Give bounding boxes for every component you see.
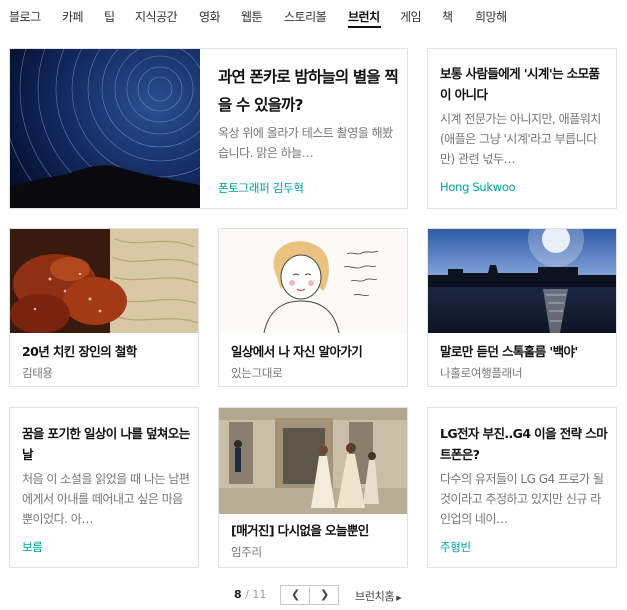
article-card-self[interactable]: 일상에서 나 자신 알아가기 있는그대로 (218, 228, 408, 387)
article-card-magazine[interactable]: [매거진] 다시없을 오늘뿐인 임주리 (218, 407, 408, 568)
page-separator: / (245, 588, 249, 601)
chevron-left-icon: ❮ (291, 588, 301, 601)
nav-item-cafe[interactable]: 카페 (62, 8, 84, 25)
card-author[interactable]: 주형빈 (440, 539, 471, 555)
nav-item-knowledge[interactable]: 지식공간 (135, 8, 178, 25)
brunch-home-link[interactable]: 브런치홈 ▶ (355, 588, 402, 604)
chicken-photo (10, 229, 198, 333)
article-card-lg[interactable]: LG전자 부진..G4 이을 전략 스마트폰은? 다수의 유저들이 LG G4 … (427, 407, 617, 568)
card-title: 꿈을 포기한 일상이 나를 덮쳐오는 날 (22, 426, 190, 462)
card-title: 20년 치킨 장인의 철학 (22, 344, 137, 359)
nav-item-book[interactable]: 책 (442, 8, 453, 25)
card-description: 옥상 위에 올라가 테스트 촬영을 해봤습니다. 맑은 하늘… (218, 126, 393, 160)
card-author[interactable]: 김태용 (22, 365, 53, 381)
brunch-home-label: 브런치홈 (355, 590, 395, 603)
card-author[interactable]: Hong Sukwoo (440, 180, 516, 194)
card-author[interactable]: 폰토그래퍼 김두혁 (218, 180, 304, 196)
chevron-right-icon: ❯ (320, 588, 330, 601)
article-card-watch[interactable]: 보통 사람들에게 '시계'는 소모품이 아니다 시계 전문가는 아니지만, 애플… (427, 48, 617, 209)
article-card-star-photo[interactable]: 과연 폰카로 밤하늘의 별을 찍을 수 있을까? 옥상 위에 올라가 테스트 촬… (9, 48, 408, 209)
active-tab-underline (348, 26, 381, 28)
self-illustration (219, 229, 407, 333)
nav-item-movie[interactable]: 영화 (199, 8, 221, 25)
total-pages: 11 (252, 588, 267, 601)
current-page: 8 (234, 588, 242, 601)
card-description: 처음 이 소설을 읽었을 때 나는 남편에게서 아내를 떼어내고 싶은 마음뿐이… (22, 472, 190, 526)
card-title: 보통 사람들에게 '시계'는 소모품이 아니다 (440, 66, 600, 102)
star-trail-photo (10, 49, 200, 208)
card-author[interactable]: 보름 (22, 539, 43, 555)
nav-item-tip[interactable]: 팁 (104, 8, 115, 25)
nav-item-webtoon[interactable]: 웹툰 (241, 8, 263, 25)
top-navigation: 블로그 카페 팁 지식공간 영화 웹툰 스토리볼 브런치 게임 책 희망해 (0, 0, 627, 36)
article-card-chicken[interactable]: 20년 치킨 장인의 철학 김태용 (9, 228, 199, 387)
card-author[interactable]: 나홀로여행플래너 (440, 365, 523, 381)
caret-right-icon: ▶ (396, 594, 402, 602)
nav-item-game[interactable]: 게임 (400, 8, 422, 25)
article-card-dream[interactable]: 꿈을 포기한 일상이 나를 덮쳐오는 날 처음 이 소설을 읽었을 때 나는 남… (9, 407, 199, 568)
nav-item-brunch[interactable]: 브런치 (348, 8, 380, 25)
brides-photo (219, 408, 407, 514)
card-description: 시계 전문가는 아니지만, 애플워치(애플은 그냥 '시계'라고 부릅니다만) … (440, 112, 601, 166)
pagination: 8 / 11 ❮ ❯ 브런치홈 ▶ (0, 585, 627, 605)
stockholm-photo (428, 229, 616, 333)
article-card-stockholm[interactable]: 말로만 듣던 스톡홀름 '백야' 나홀로여행플래너 (427, 228, 617, 387)
card-title: 말로만 듣던 스톡홀름 '백야' (440, 344, 578, 359)
card-author[interactable]: 있는그대로 (231, 365, 283, 381)
page-indicator: 8 / 11 (234, 588, 266, 601)
card-title: 일상에서 나 자신 알아가기 (231, 344, 363, 359)
card-author[interactable]: 임주리 (231, 544, 262, 560)
card-description: 다수의 유저들이 LG G4 프로가 될 것이라고 추정하고 있지만 신규 라인… (440, 472, 604, 526)
nav-item-storyball[interactable]: 스토리볼 (284, 8, 327, 25)
next-page-button[interactable]: ❯ (309, 585, 339, 605)
card-title: 과연 폰카로 밤하늘의 별을 찍을 수 있을까? (218, 68, 399, 114)
nav-item-hope[interactable]: 희망해 (475, 8, 507, 25)
prev-page-button[interactable]: ❮ (280, 585, 310, 605)
card-title: [매거진] 다시없을 오늘뿐인 (231, 523, 369, 538)
nav-item-blog[interactable]: 블로그 (9, 8, 41, 25)
card-title: LG전자 부진..G4 이을 전략 스마트폰은? (440, 426, 608, 462)
